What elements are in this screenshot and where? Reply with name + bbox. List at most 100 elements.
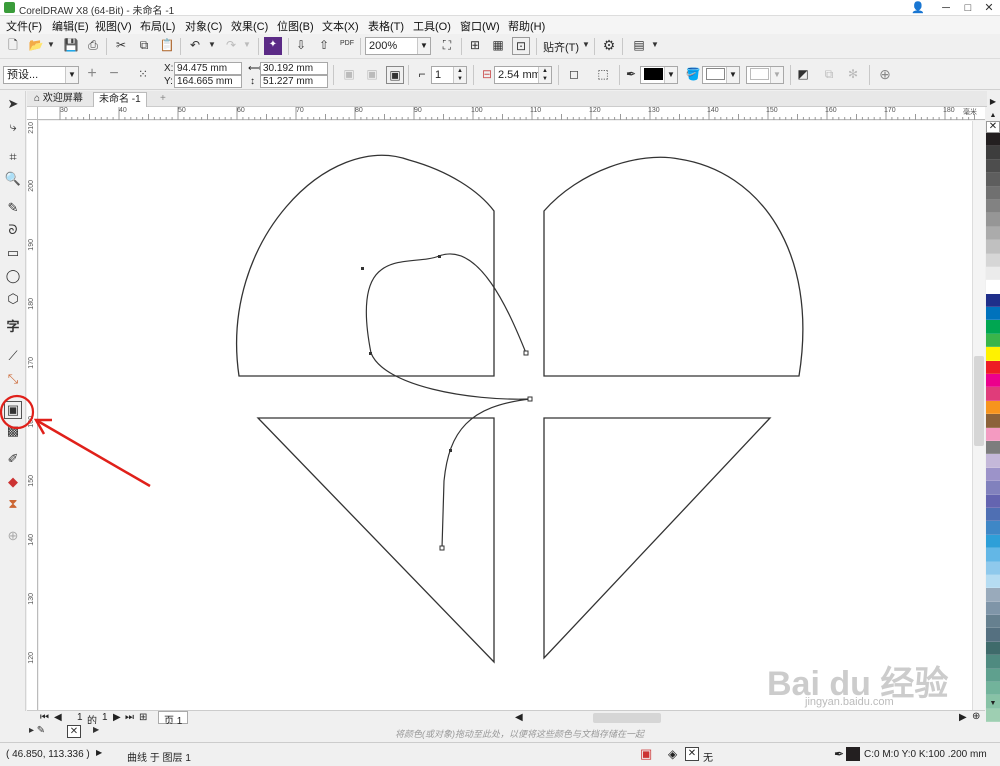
scroll-left-icon[interactable]: ◀ xyxy=(515,712,523,723)
palette-swatch[interactable] xyxy=(986,226,1000,241)
zoom-level-combo[interactable]: 200% ▼ xyxy=(365,37,431,55)
drawing-canvas[interactable]: Bai du 经验 jingyan.baidu.com xyxy=(39,121,972,710)
show-rulers-icon[interactable]: ⊞ xyxy=(466,37,484,55)
interactive-fill-icon[interactable]: ◆ xyxy=(4,474,22,492)
scroll-right-icon[interactable]: ▶ xyxy=(959,712,967,723)
palette-swatch[interactable] xyxy=(986,213,1000,227)
palette-scroll-up-icon[interactable]: ▶ xyxy=(986,97,1000,109)
account-icon[interactable]: 👤 xyxy=(906,1,930,15)
palette-swatch[interactable] xyxy=(986,240,1000,254)
palette-swatch[interactable] xyxy=(986,333,1000,348)
palette-swatch[interactable] xyxy=(986,454,1000,468)
palette-up-icon[interactable]: ▲ xyxy=(986,112,1000,120)
new-document-icon[interactable]: 🗋 xyxy=(4,37,22,55)
status-expand-icon[interactable]: ▶ xyxy=(96,748,102,757)
cut-icon[interactable]: ✂ xyxy=(112,37,130,55)
curve-node[interactable] xyxy=(361,267,364,270)
curve-node[interactable] xyxy=(449,449,452,452)
snap-to-menu[interactable]: 贴齐(T) xyxy=(543,39,579,55)
final-color-picker[interactable]: ▼ xyxy=(746,66,784,84)
fill-none-swatch[interactable]: ✕ xyxy=(685,747,699,761)
clear-contour-icon[interactable]: ✻ xyxy=(844,66,862,84)
menu-layout[interactable]: 布局(L) xyxy=(140,18,175,34)
paste-icon[interactable]: 📋 xyxy=(158,37,176,55)
palette-swatch[interactable] xyxy=(986,374,1000,388)
preset-combo[interactable]: 预设... ▼ xyxy=(3,66,79,84)
polygon-tool-icon[interactable]: ⬡ xyxy=(4,291,22,309)
doc-palette-expand-icon[interactable]: ▶ xyxy=(93,725,99,734)
palette-swatch[interactable] xyxy=(986,481,1000,495)
palette-swatch[interactable] xyxy=(986,507,1000,522)
show-guidelines-icon[interactable]: ⊡ xyxy=(512,37,530,55)
x-position-field[interactable]: 94.475 mm xyxy=(174,62,242,75)
text-tool-icon[interactable]: 字 xyxy=(4,319,22,337)
zoom-fit-icon[interactable]: ⊕ xyxy=(972,711,980,722)
palette-swatch[interactable] xyxy=(986,280,1000,294)
menu-edit[interactable]: 编辑(E) xyxy=(52,18,89,34)
print-icon[interactable]: ⎙ xyxy=(84,37,102,55)
crop-tool-icon[interactable]: ⌗ xyxy=(4,149,22,167)
save-icon[interactable]: 💾 xyxy=(62,37,80,55)
palette-swatch[interactable] xyxy=(986,641,1000,656)
palette-swatch[interactable] xyxy=(986,133,1000,147)
remove-preset-icon[interactable]: − xyxy=(105,66,123,84)
palette-swatch[interactable] xyxy=(986,427,1000,441)
palette-swatch[interactable] xyxy=(986,574,1000,589)
close-button[interactable]: ✕ xyxy=(977,1,1000,15)
document-palette-bar[interactable]: ▸ ✎ ✕ ▶ 将颜色(或对象)拖动至此处，以便将这些颜色与文档存储在一起 xyxy=(27,724,985,741)
contour-center-icon[interactable]: ▣ xyxy=(340,66,358,84)
contour-offset-spinner[interactable]: 2.54 mm ▲ ▼ xyxy=(494,66,552,84)
palette-swatch[interactable] xyxy=(986,307,1000,321)
redo-dropdown-icon[interactable]: ▼ xyxy=(238,37,256,55)
palette-swatch[interactable] xyxy=(986,253,1000,267)
smart-fill-icon[interactable]: ⧗ xyxy=(4,496,22,514)
outline-color-picker[interactable]: ▼ xyxy=(640,66,678,84)
copy-icon[interactable]: ⧉ xyxy=(135,37,153,55)
palette-swatch[interactable] xyxy=(986,440,1000,455)
palette-swatch[interactable] xyxy=(986,360,1000,375)
pick-tool-icon[interactable]: ➤ xyxy=(4,96,22,114)
tab-welcome[interactable]: ⌂ 欢迎屏幕 xyxy=(29,92,88,107)
undo-icon[interactable]: ↶ xyxy=(186,37,204,55)
add-tool-icon[interactable]: ⊕ xyxy=(4,528,22,546)
palette-swatch[interactable] xyxy=(986,467,1000,482)
curve-node[interactable] xyxy=(369,352,372,355)
vertical-ruler[interactable]: 210 200 190 180 170 160 150 140 130 120 xyxy=(27,120,38,710)
palette-swatch[interactable] xyxy=(986,347,1000,361)
add-tab-button[interactable]: + xyxy=(155,92,171,107)
contour-color-direction-icon[interactable]: ⬚ xyxy=(594,66,612,84)
palette-swatch[interactable] xyxy=(986,615,1000,629)
palette-swatch[interactable] xyxy=(986,682,1000,696)
artistic-media-icon[interactable]: ᘐ xyxy=(4,222,22,240)
palette-swatch[interactable] xyxy=(986,400,1000,415)
next-page-icon[interactable]: ▶ xyxy=(113,712,121,723)
contour-outside-icon[interactable]: ▣ xyxy=(386,66,404,84)
color-proof-icon[interactable]: ▣ xyxy=(640,746,652,762)
palette-swatch[interactable] xyxy=(986,588,1000,602)
parallel-dimension-icon[interactable]: ⟋ xyxy=(4,348,22,366)
palette-swatch[interactable] xyxy=(986,708,1000,723)
color-palette[interactable] xyxy=(986,133,1000,723)
zoom-tool-icon[interactable]: 🔍 xyxy=(4,171,22,189)
vertical-scrollbar[interactable] xyxy=(972,121,985,710)
horizontal-scroll-thumb[interactable] xyxy=(593,713,661,723)
palette-swatch[interactable] xyxy=(986,173,1000,187)
shape-tool-icon[interactable]: ⤷ xyxy=(4,119,22,137)
menu-help[interactable]: 帮助(H) xyxy=(508,18,545,34)
palette-swatch[interactable] xyxy=(986,601,1000,616)
minimize-button[interactable]: ─ xyxy=(934,1,958,15)
search-content-icon[interactable]: ✦ xyxy=(264,37,282,55)
palette-swatch[interactable] xyxy=(986,414,1000,428)
palette-swatch[interactable] xyxy=(986,655,1000,669)
contour-inside-icon[interactable]: ▣ xyxy=(363,66,381,84)
palette-swatch[interactable] xyxy=(986,199,1000,214)
menu-bitmaps[interactable]: 位图(B) xyxy=(277,18,314,34)
palette-swatch[interactable] xyxy=(986,548,1000,562)
options-gear-icon[interactable]: ⚙ xyxy=(600,37,618,55)
curve-node[interactable] xyxy=(438,255,441,258)
curve-path[interactable] xyxy=(365,253,531,549)
no-color-swatch[interactable]: ✕ xyxy=(986,121,1000,133)
palette-swatch[interactable] xyxy=(986,146,1000,160)
palette-swatch[interactable] xyxy=(986,561,1000,575)
palette-swatch[interactable] xyxy=(986,668,1000,683)
